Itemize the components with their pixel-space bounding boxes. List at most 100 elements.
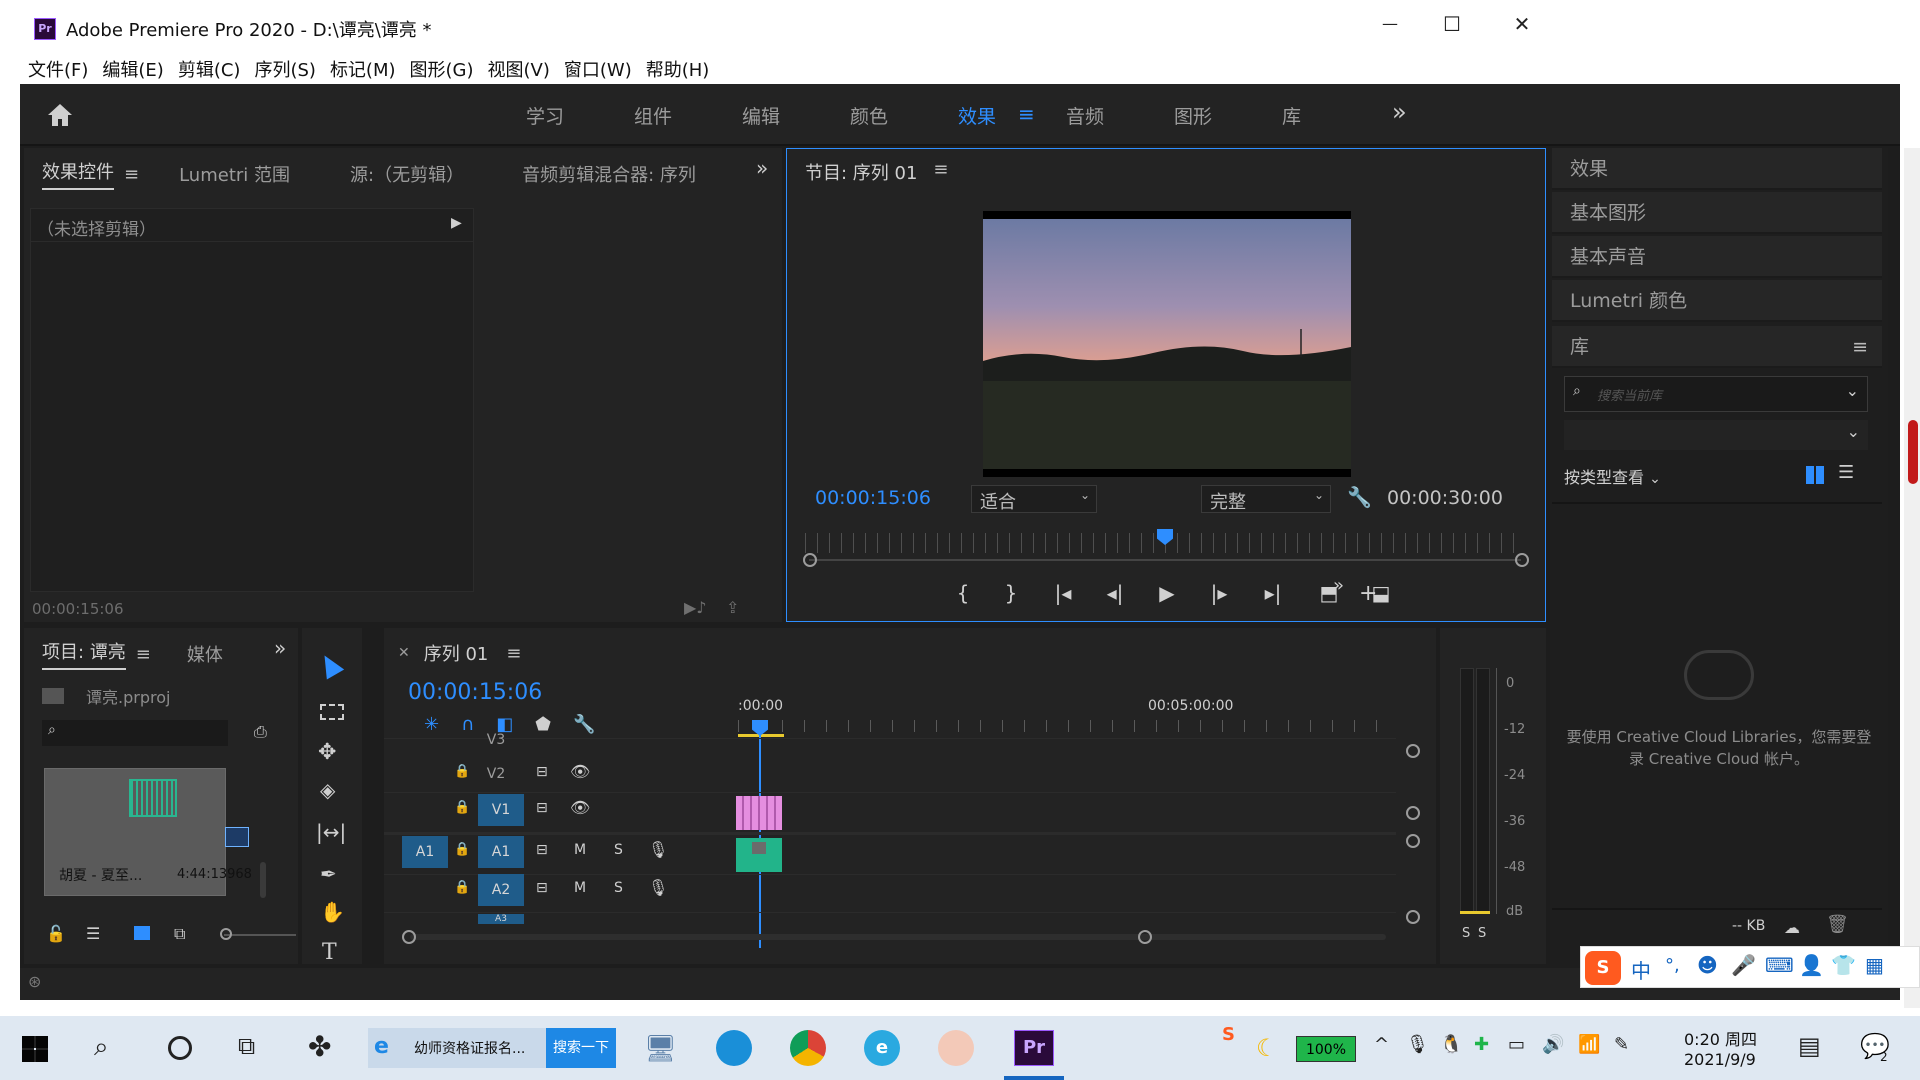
- project-search-input[interactable]: ⌕: [42, 720, 228, 746]
- tab-lumetri-scopes[interactable]: Lumetri 范围: [179, 161, 290, 187]
- pen-tool-icon[interactable]: ✒: [320, 862, 337, 886]
- grid-view-icon[interactable]: [1806, 466, 1824, 484]
- tab-source[interactable]: 源:（无剪辑）: [350, 161, 464, 187]
- lock-icon[interactable]: 🔒: [454, 842, 470, 857]
- go-to-in-button[interactable]: |◂: [1035, 581, 1091, 605]
- audio-clip[interactable]: [736, 838, 782, 872]
- solo-button[interactable]: S: [614, 880, 623, 896]
- project-more-button[interactable]: »: [274, 636, 286, 660]
- window-scrollbar[interactable]: [1904, 148, 1920, 1008]
- panel-lumetri-color[interactable]: Lumetri 颜色: [1552, 280, 1882, 322]
- menu-help[interactable]: 帮助(H): [646, 56, 710, 82]
- go-to-out-button[interactable]: ▸|: [1243, 581, 1303, 605]
- cloud-sync-icon[interactable]: ☁: [1784, 918, 1800, 937]
- trash-icon[interactable]: 🗑: [1826, 914, 1849, 935]
- list-view-icon[interactable]: ☰: [86, 924, 100, 943]
- panel-effects[interactable]: 效果: [1552, 148, 1882, 190]
- timeline-h-scroll-left[interactable]: [402, 930, 416, 944]
- search-go-button[interactable]: 搜索一下: [546, 1028, 616, 1068]
- app-icon-pc[interactable]: 🖥: [644, 1034, 677, 1064]
- sequence-tab[interactable]: 序列 01: [424, 640, 489, 666]
- razor-tool-icon[interactable]: ◈: [320, 778, 335, 802]
- meter-solo-right[interactable]: S: [1478, 926, 1486, 941]
- ime-punct-mode[interactable]: °,: [1665, 955, 1680, 976]
- workspace-tab-editing[interactable]: 编辑: [742, 102, 850, 129]
- ime-emoji-icon[interactable]: ☻: [1697, 953, 1718, 977]
- ime-toolbar[interactable]: S 中 °, ☻ 🎤 ⌨ 👤 👕 ▦: [1580, 946, 1920, 988]
- menu-window[interactable]: 窗口(W): [564, 56, 632, 82]
- lock-icon[interactable]: 🔒: [454, 764, 470, 779]
- timeline-v-scroll-top[interactable]: [1406, 744, 1420, 758]
- step-back-button[interactable]: ◂|: [1091, 581, 1139, 605]
- play-button[interactable]: ▶: [1139, 581, 1195, 605]
- zoom-slider[interactable]: [224, 934, 296, 936]
- tab-media[interactable]: 媒体: [187, 641, 223, 667]
- solo-button[interactable]: S: [614, 842, 623, 858]
- panel-menu-icon[interactable]: ≡: [124, 164, 139, 185]
- eye-icon[interactable]: 👁: [570, 762, 590, 781]
- minimize-button[interactable]: —: [1370, 14, 1410, 33]
- menu-sequence[interactable]: 序列(S): [254, 56, 315, 82]
- mark-in-button[interactable]: {: [939, 581, 987, 605]
- timeline-settings-icon[interactable]: 🔧: [573, 714, 595, 735]
- panel-libraries[interactable]: 库 ≡: [1552, 326, 1882, 368]
- browser-task[interactable]: e 幼师资格证报名...: [368, 1028, 548, 1068]
- eye-icon[interactable]: 👁: [570, 798, 590, 817]
- wifi-tray-icon[interactable]: 📶: [1578, 1034, 1600, 1055]
- premiere-task-icon[interactable]: Pr: [1014, 1030, 1054, 1066]
- menu-edit[interactable]: 编辑(E): [102, 56, 163, 82]
- list-view-icon[interactable]: ☰: [1838, 462, 1854, 483]
- workspace-tab-audio[interactable]: 音频: [1066, 102, 1174, 129]
- clock-date[interactable]: 2021/9/9: [1684, 1050, 1756, 1069]
- settings-wrench-icon[interactable]: 🔧: [1347, 485, 1372, 509]
- add-button[interactable]: +: [1359, 581, 1377, 606]
- tab-effect-controls[interactable]: 效果控件: [42, 158, 114, 190]
- task-view-icon[interactable]: ⧉: [238, 1032, 255, 1060]
- track-a1[interactable]: A1: [478, 836, 524, 868]
- libraries-menu-icon[interactable]: ≡: [1852, 326, 1868, 368]
- close-button[interactable]: ✕: [1502, 12, 1542, 36]
- timeline-timecode[interactable]: 00:00:15:06: [408, 680, 542, 705]
- lift-button[interactable]: ⬒: [1303, 581, 1355, 605]
- lock-icon[interactable]: 🔒: [454, 880, 470, 895]
- timeline-a-scroll-top[interactable]: [1406, 834, 1420, 848]
- find-icon[interactable]: ⎙: [254, 722, 267, 742]
- pen-tray-icon[interactable]: ✎: [1614, 1034, 1629, 1055]
- workspace-more-button[interactable]: »: [1392, 98, 1407, 126]
- timeline-h-scroll-right[interactable]: [1138, 930, 1152, 944]
- expand-arrow-icon[interactable]: ▶: [451, 215, 462, 231]
- program-current-timecode[interactable]: 00:00:15:06: [815, 487, 931, 509]
- ime-toolbox-icon[interactable]: ▦: [1865, 953, 1884, 977]
- panel-essential-sound[interactable]: 基本声音: [1552, 236, 1882, 278]
- edge-icon[interactable]: [716, 1030, 752, 1066]
- workspace-tab-color[interactable]: 颜色: [850, 102, 958, 129]
- chrome-icon[interactable]: [790, 1030, 826, 1066]
- zoom-handle-right[interactable]: [1515, 553, 1529, 567]
- zoom-scrollbar[interactable]: [809, 559, 1521, 561]
- close-sequence-icon[interactable]: ✕: [398, 645, 410, 661]
- avatar-app-icon[interactable]: [938, 1030, 974, 1066]
- workspace-tab-graphics[interactable]: 图形: [1174, 102, 1282, 129]
- ime-keyboard-icon[interactable]: ⌨: [1765, 953, 1794, 977]
- ime-chinese-mode[interactable]: 中: [1631, 955, 1651, 984]
- audio-only-icon[interactable]: ▶♪: [684, 598, 707, 617]
- weather-icon[interactable]: ☾: [1256, 1034, 1278, 1062]
- ime-skin-icon[interactable]: 👕: [1831, 953, 1856, 977]
- sync-lock-icon[interactable]: ⊟: [536, 800, 548, 816]
- tab-audio-clip-mixer[interactable]: 音频剪辑混合器: 序列: [522, 161, 696, 187]
- search-icon[interactable]: ⌕: [94, 1032, 109, 1063]
- menu-clip[interactable]: 剪辑(C): [178, 56, 241, 82]
- mic-tray-icon[interactable]: 🎙: [1406, 1034, 1429, 1055]
- playback-resolution-dropdown[interactable]: 完整 ⌄: [1201, 485, 1331, 513]
- library-select[interactable]: ⌄: [1564, 420, 1868, 450]
- security-tray-icon[interactable]: ✚: [1474, 1034, 1489, 1055]
- add-marker-icon[interactable]: ⬟: [535, 714, 551, 735]
- timeline-v-scroll-mid[interactable]: [1406, 806, 1420, 820]
- ie-app-icon[interactable]: e: [864, 1030, 900, 1066]
- workspace-tab-libraries[interactable]: 库: [1282, 102, 1382, 129]
- menu-file[interactable]: 文件(F): [28, 56, 88, 82]
- mute-button[interactable]: M: [574, 880, 586, 896]
- track-v3[interactable]: V3: [478, 732, 514, 748]
- menu-view[interactable]: 视图(V): [488, 56, 550, 82]
- meter-solo-left[interactable]: S: [1462, 926, 1470, 941]
